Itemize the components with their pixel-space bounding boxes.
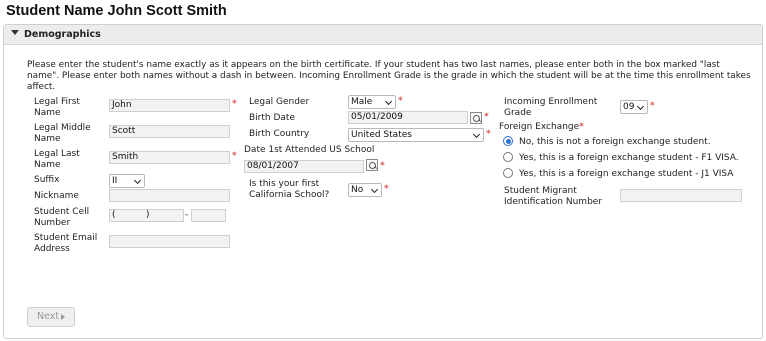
required-marker: * (579, 122, 584, 132)
last-name-label: Legal Last Name (34, 149, 80, 170)
chevron-down-icon (370, 185, 379, 194)
first-ca-school-value: No (351, 185, 364, 195)
cell-number-label: Student Cell Number (34, 207, 90, 228)
radio-label-j1: Yes, this is a foreign exchange student … (519, 169, 734, 179)
grade-select[interactable]: 09 (620, 100, 648, 114)
cell-area-code-input[interactable]: ( ) (109, 209, 184, 222)
birth-date-input[interactable]: 05/01/2009 (348, 111, 468, 124)
required-marker: * (398, 96, 403, 106)
cell-dash: - (185, 210, 189, 220)
radio-j1-visa[interactable] (503, 168, 513, 178)
suffix-select[interactable]: II (109, 174, 145, 188)
foreign-exchange-label: Foreign Exchange* (499, 122, 584, 133)
suffix-value: II (112, 176, 118, 186)
nickname-label: Nickname (34, 191, 79, 201)
chevron-down-icon (472, 130, 481, 139)
required-marker: * (650, 101, 655, 111)
migrant-id-label: Student Migrant Identification Number (504, 186, 603, 207)
required-marker: * (380, 161, 385, 171)
page-title: Student Name John Scott Smith (6, 3, 227, 19)
foreign-exchange-label-text: Foreign Exchange (499, 122, 580, 132)
required-marker: * (384, 184, 389, 194)
section-title: Demographics (24, 29, 101, 40)
radio-label-not-foreign: No, this is not a foreign exchange stude… (519, 137, 711, 147)
first-name-input[interactable]: John (109, 99, 230, 112)
radio-label-f1: Yes, this is a foreign exchange student … (519, 153, 739, 163)
next-button-label: Next (37, 311, 60, 322)
radio-f1-visa[interactable] (503, 152, 513, 162)
middle-name-label: Legal Middle Name (34, 123, 91, 144)
first-ca-school-label: Is this your first California School? (249, 179, 330, 200)
calendar-icon[interactable] (366, 159, 378, 171)
grade-label: Incoming Enrollment Grade (504, 97, 598, 118)
suffix-label: Suffix (34, 175, 60, 185)
date-attended-label: Date 1st Attended US School (244, 145, 375, 155)
migrant-id-input[interactable] (620, 189, 742, 202)
date-attended-input[interactable]: 08/01/2007 (244, 160, 364, 173)
birth-date-label: Birth Date (249, 113, 295, 123)
birth-country-value: United States (351, 130, 412, 140)
birth-country-label: Birth Country (249, 129, 310, 139)
gender-select[interactable]: Male (348, 95, 396, 109)
instructions-text: Please enter the student's name exactly … (27, 60, 751, 92)
birth-country-select[interactable]: United States (348, 128, 484, 142)
gender-label: Legal Gender (249, 97, 310, 107)
email-label: Student Email Address (34, 233, 98, 254)
gender-value: Male (351, 97, 373, 107)
required-marker: * (232, 151, 237, 161)
grade-value: 09 (623, 102, 635, 112)
area-open-paren: ( (112, 210, 116, 220)
chevron-down-icon (133, 176, 142, 185)
cell-suffix-input[interactable] (191, 209, 226, 222)
required-marker: * (484, 112, 489, 122)
chevron-down-icon (636, 102, 645, 111)
first-name-label: Legal First Name (34, 97, 80, 118)
collapse-caret-icon[interactable] (11, 30, 19, 35)
last-name-input[interactable]: Smith (109, 151, 230, 164)
demographics-header[interactable]: Demographics (4, 25, 762, 45)
area-close-paren: ) (146, 210, 150, 220)
nickname-input[interactable] (109, 189, 230, 202)
next-button[interactable]: Next (27, 307, 75, 327)
radio-not-foreign-exchange[interactable] (503, 136, 513, 146)
middle-name-input[interactable]: Scott (109, 125, 230, 138)
chevron-down-icon (384, 97, 393, 106)
calendar-icon[interactable] (470, 112, 482, 124)
required-marker: * (232, 99, 237, 109)
chevron-right-icon (61, 314, 65, 320)
required-marker: * (486, 129, 491, 139)
first-ca-school-select[interactable]: No (348, 183, 382, 197)
email-input[interactable] (109, 235, 230, 248)
